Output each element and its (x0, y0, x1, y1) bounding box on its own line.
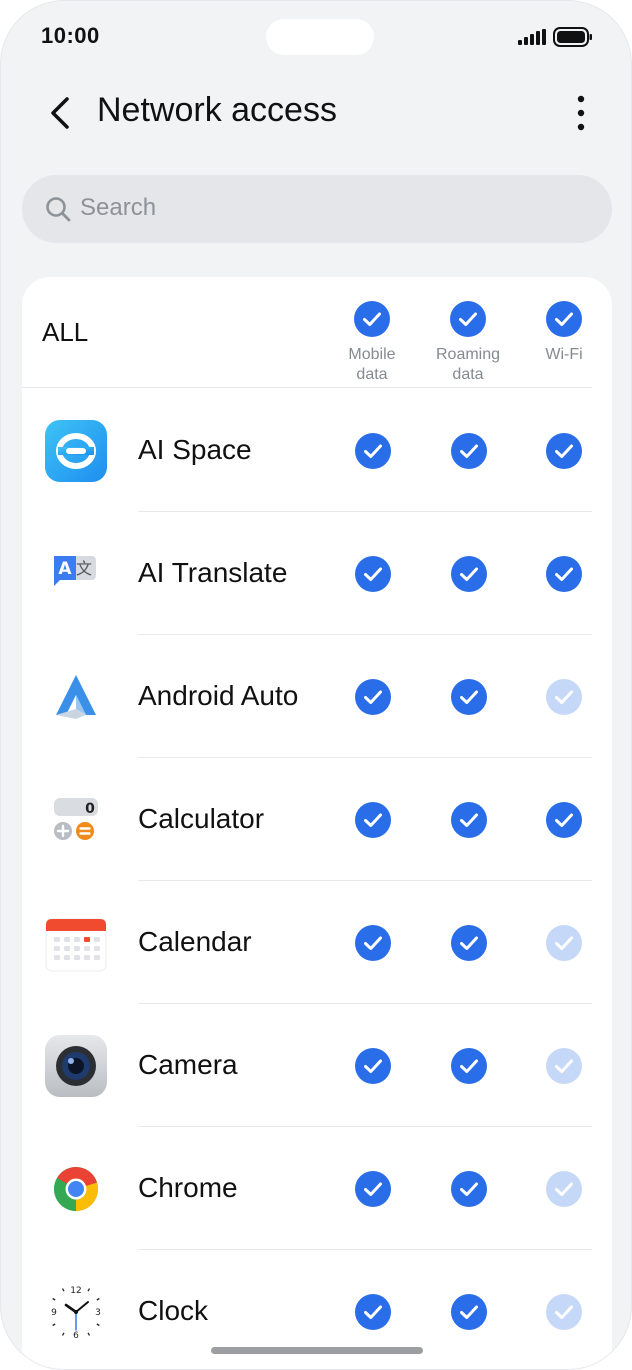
wifi-checkbox[interactable] (546, 802, 582, 838)
svg-text:12: 12 (70, 1286, 81, 1296)
svg-text:6: 6 (73, 1331, 79, 1341)
wifi-checkbox[interactable] (546, 556, 582, 592)
app-name: Chrome (138, 1172, 238, 1203)
app-name: AI Space (138, 434, 252, 465)
wifi-checkbox-disabled (546, 679, 582, 715)
svg-text:9: 9 (51, 1308, 57, 1318)
column-roaming-data: Roaming data (423, 301, 513, 385)
more-options-icon[interactable] (567, 93, 595, 133)
roaming-data-checkbox[interactable] (451, 925, 487, 961)
mobile-data-checkbox[interactable] (355, 679, 391, 715)
app-name: AI Translate (138, 557, 288, 588)
roaming-data-checkbox[interactable] (451, 556, 487, 592)
column-mobile-data: Mobile data (327, 301, 417, 385)
calculator-icon: 0 (54, 798, 98, 840)
app-row-ai-space[interactable]: AI Space (22, 389, 612, 512)
roaming-data-checkbox[interactable] (451, 1294, 487, 1330)
calendar-icon (45, 918, 107, 972)
wifi-checkbox-disabled (546, 1171, 582, 1207)
roaming-data-checkbox[interactable] (451, 433, 487, 469)
search-icon (46, 197, 71, 222)
app-row-chrome[interactable]: Chrome (22, 1127, 612, 1250)
app-list-card: ALL Mobile data Roaming data Wi-Fi AI Sp… (22, 277, 612, 1369)
column-label-roaming: Roaming data (435, 346, 501, 383)
mobile-data-checkbox[interactable] (355, 1048, 391, 1084)
wifi-checkbox-disabled (546, 925, 582, 961)
app-name: Android Auto (138, 680, 299, 711)
all-label: ALL (42, 317, 89, 347)
back-arrow-icon[interactable] (45, 95, 77, 131)
top-app-bar: Network access (1, 81, 631, 145)
roaming-data-checkbox[interactable] (451, 679, 487, 715)
all-mobile-data-checkbox[interactable] (354, 301, 390, 337)
battery-icon (553, 27, 592, 47)
clock-icon: 12 3 6 9 (49, 1285, 103, 1341)
app-name: Calculator (138, 803, 265, 834)
column-label-wifi: Wi-Fi (545, 346, 583, 363)
column-label-mobile: Mobile data (348, 346, 396, 383)
status-bar: 10:00 (1, 1, 631, 73)
all-roaming-data-checkbox[interactable] (450, 301, 486, 337)
mobile-data-checkbox[interactable] (355, 1171, 391, 1207)
camera-cutout (266, 19, 374, 55)
roaming-data-checkbox[interactable] (451, 802, 487, 838)
wifi-checkbox-disabled (546, 1294, 582, 1330)
ai-space-icon (45, 420, 107, 482)
camera-icon (45, 1035, 107, 1097)
mobile-data-checkbox[interactable] (355, 433, 391, 469)
status-time: 10:00 (41, 23, 100, 48)
wifi-checkbox[interactable] (546, 433, 582, 469)
roaming-data-checkbox[interactable] (451, 1171, 487, 1207)
all-apps-row: ALL Mobile data Roaming data Wi-Fi (22, 277, 612, 389)
android-auto-icon (56, 675, 96, 719)
app-name: Clock (138, 1295, 209, 1326)
svg-text:A: A (58, 559, 72, 579)
header-divider (22, 387, 592, 388)
mobile-data-checkbox[interactable] (355, 556, 391, 592)
mobile-data-checkbox[interactable] (355, 925, 391, 961)
app-row-ai-translate[interactable]: 文 A AI Translate (22, 512, 612, 635)
app-row-calendar[interactable]: Calendar (22, 881, 612, 1004)
phone-screen: 10:00 Network access Search ALL Mobile d… (0, 0, 632, 1370)
column-wifi: Wi-Fi (519, 301, 609, 365)
app-name: Calendar (138, 926, 252, 957)
roaming-data-checkbox[interactable] (451, 1048, 487, 1084)
wifi-checkbox-disabled (546, 1048, 582, 1084)
svg-text:0: 0 (85, 801, 95, 817)
mobile-data-checkbox[interactable] (355, 802, 391, 838)
app-row-camera[interactable]: Camera (22, 1004, 612, 1127)
app-name: Camera (138, 1049, 238, 1080)
chrome-icon (54, 1167, 99, 1211)
page-title: Network access (97, 91, 337, 129)
signal-icon (518, 29, 546, 45)
mobile-data-checkbox[interactable] (355, 1294, 391, 1330)
ai-translate-icon: 文 A (54, 556, 96, 586)
svg-text:文: 文 (76, 559, 92, 578)
app-row-android-auto[interactable]: Android Auto (22, 635, 612, 758)
app-row-calculator[interactable]: 0 Calculator (22, 758, 612, 881)
search-input[interactable]: Search (22, 175, 612, 243)
all-wifi-checkbox[interactable] (546, 301, 582, 337)
svg-text:3: 3 (95, 1308, 101, 1318)
home-indicator[interactable] (211, 1347, 423, 1354)
search-placeholder: Search (80, 194, 157, 221)
